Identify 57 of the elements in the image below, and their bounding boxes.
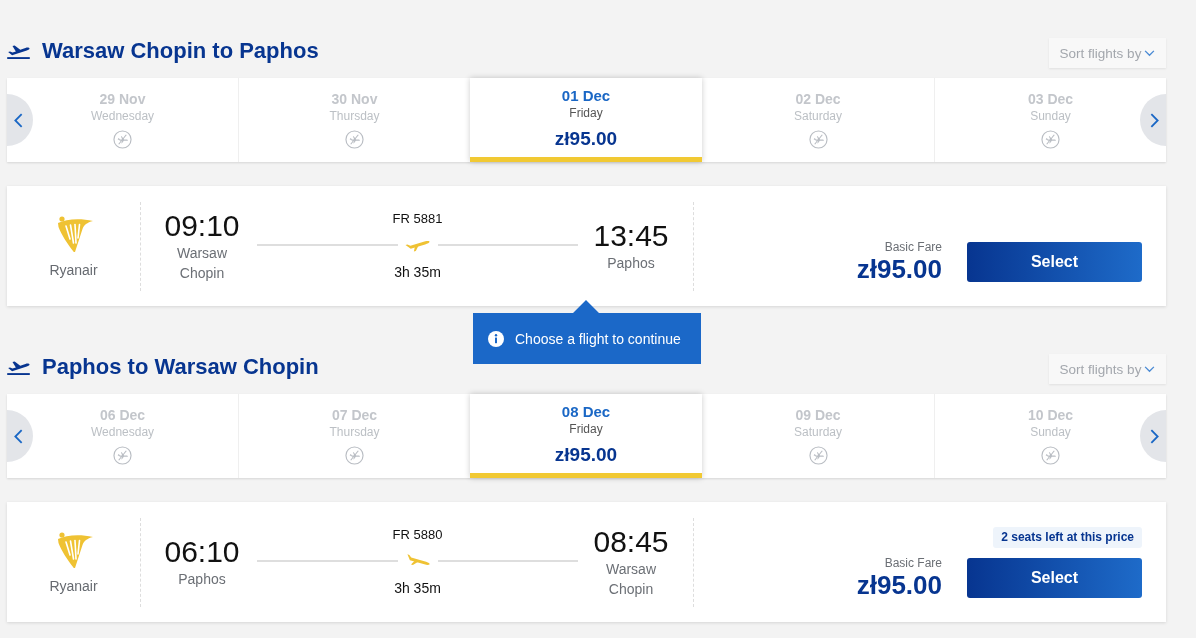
departure-airport: Paphos [177, 570, 227, 589]
no-flights-icon [345, 130, 364, 149]
date-tab[interactable]: 03 Dec Sunday [934, 78, 1140, 162]
no-flights-icon [1041, 446, 1060, 465]
chevron-right-icon [1150, 428, 1159, 444]
no-flights-icon [808, 446, 828, 465]
flight-duration: 3h 35m [394, 579, 441, 597]
chevron-right-icon [1150, 112, 1159, 128]
arrival-airport: Paphos [606, 254, 656, 273]
sort-button[interactable]: Sort flights by [1049, 38, 1166, 68]
next-dates-button[interactable] [1140, 94, 1166, 146]
fare-price: zł95.00 [856, 570, 942, 600]
date-tab[interactable]: 30 Nov Thursday [238, 78, 470, 162]
takeoff-icon [7, 359, 30, 375]
date-tab[interactable]: 02 Dec Saturday [702, 78, 934, 162]
date-tab[interactable]: 07 Dec Thursday [238, 394, 470, 478]
departure-airport: Warsaw Chopin [175, 244, 228, 283]
next-dates-button[interactable] [1140, 410, 1166, 462]
arrival-time: 13:45 [592, 219, 670, 253]
airline-name: Ryanair [49, 262, 98, 278]
no-flights-icon [113, 446, 132, 465]
flight-duration: 3h 35m [394, 263, 441, 281]
chevron-left-icon [14, 112, 23, 128]
select-button[interactable]: Select [967, 242, 1142, 282]
date-tab[interactable]: 09 Dec Saturday [702, 394, 934, 478]
date-tab[interactable]: 29 Nov Wednesday [33, 78, 238, 162]
route-heading: Warsaw Chopin to Paphos [42, 38, 319, 64]
sort-button[interactable]: Sort flights by [1049, 354, 1166, 384]
select-button[interactable]: Select [967, 558, 1142, 598]
flight-number: FR 5880 [392, 527, 443, 543]
no-flights-icon [1041, 130, 1060, 149]
route-heading: Paphos to Warsaw Chopin [42, 354, 319, 380]
date-tab[interactable]: 01 Dec Friday zł95.00 [470, 78, 702, 162]
arrival-airport: Warsaw Chopin [604, 560, 657, 599]
info-icon [488, 330, 504, 347]
previous-dates-button[interactable] [7, 94, 33, 146]
date-tab[interactable]: 06 Dec Wednesday [33, 394, 238, 478]
chevron-down-icon [1144, 365, 1156, 373]
fare-label: Basic Fare [883, 556, 942, 570]
no-flights-icon [113, 130, 132, 149]
fare-price: zł95.00 [856, 254, 942, 284]
date-tab[interactable]: 08 Dec Friday zł95.00 [470, 394, 702, 478]
no-flights-icon [345, 446, 364, 465]
seats-left-notice: 2 seats left at this price [993, 527, 1142, 548]
arrival-time: 08:45 [592, 525, 670, 559]
fare-label: Basic Fare [883, 240, 942, 254]
departure-time: 09:10 [163, 209, 241, 243]
previous-dates-button[interactable] [7, 410, 33, 462]
departure-time: 06:10 [163, 535, 241, 569]
airline-name: Ryanair [49, 578, 98, 594]
date-tab[interactable]: 10 Dec Sunday [934, 394, 1140, 478]
tooltip-text: Choose a flight to continue [515, 329, 681, 348]
no-flights-icon [808, 130, 828, 149]
takeoff-icon [7, 43, 30, 59]
chevron-left-icon [14, 428, 23, 444]
chevron-down-icon [1144, 49, 1156, 57]
flight-number: FR 5881 [392, 211, 443, 227]
